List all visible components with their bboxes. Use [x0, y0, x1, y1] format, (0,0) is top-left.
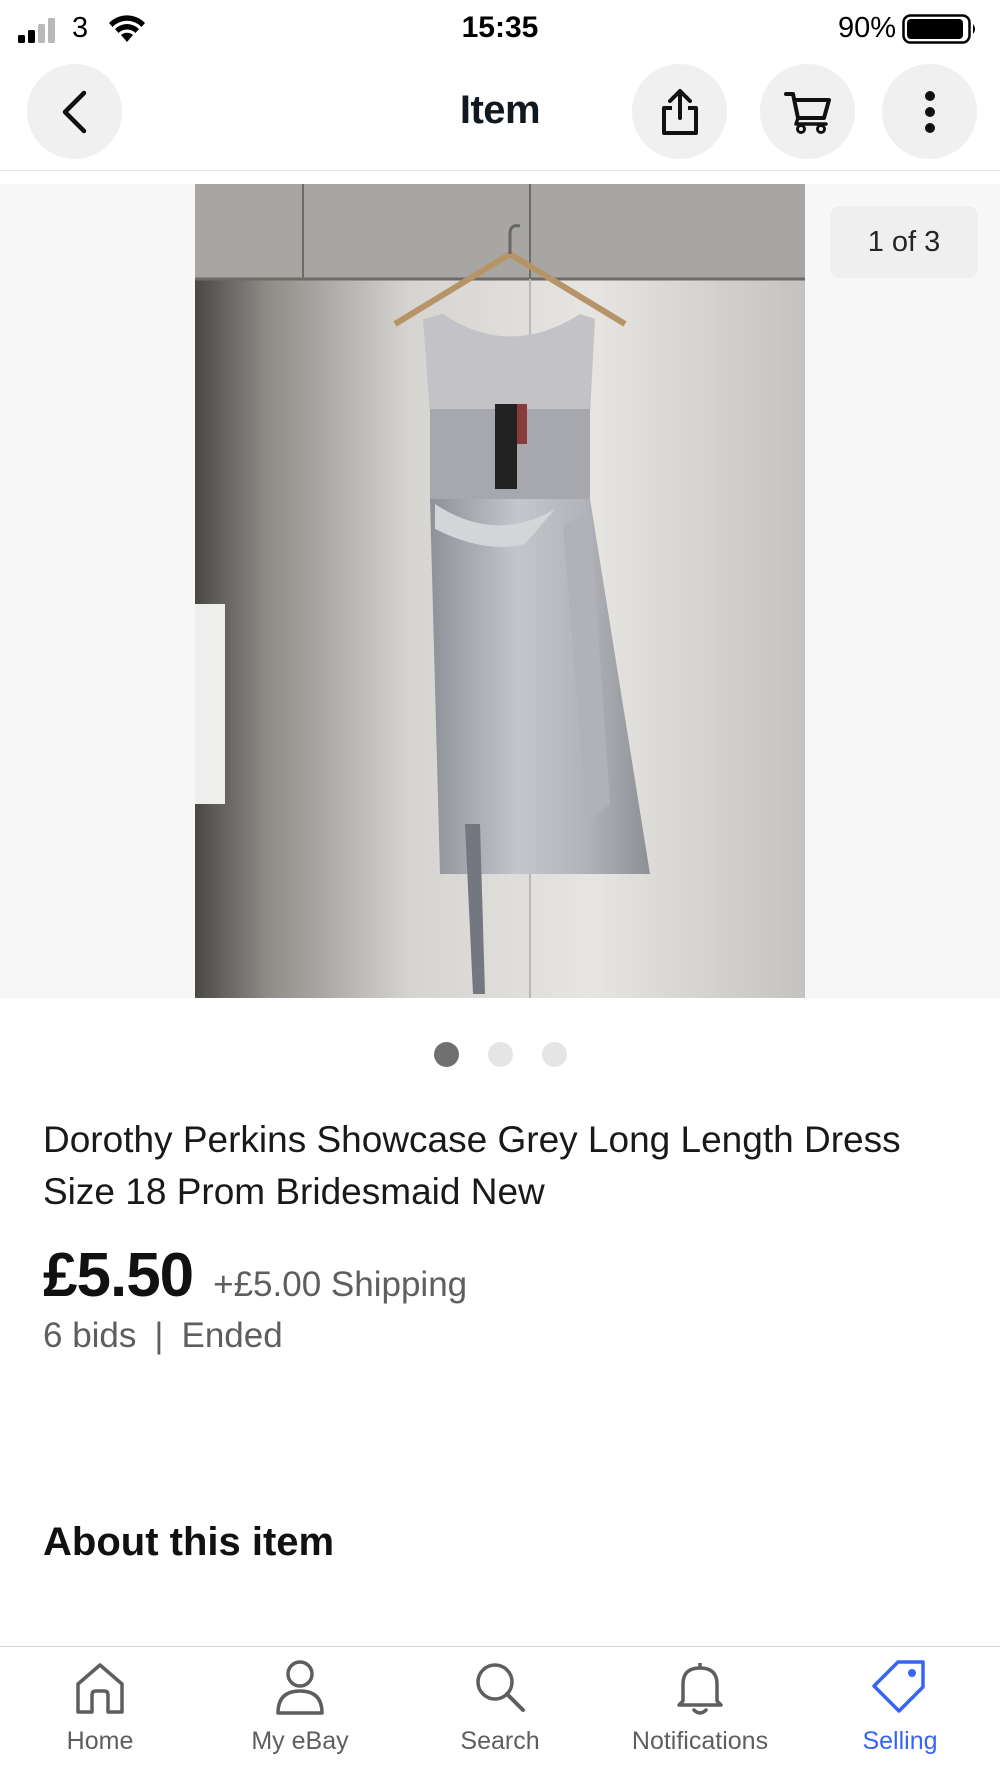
tab-label-my-ebay: My eBay	[251, 1727, 349, 1755]
tab-notifications[interactable]: Notifications	[610, 1657, 790, 1777]
cart-button[interactable]	[760, 64, 855, 159]
item-photo[interactable]	[195, 184, 805, 998]
item-title: Dorothy Perkins Showcase Grey Long Lengt…	[43, 1119, 901, 1212]
tab-label-search: Search	[460, 1727, 540, 1755]
tab-label-home: Home	[66, 1727, 134, 1755]
listing-state: Ended	[181, 1316, 283, 1355]
share-button[interactable]	[632, 64, 727, 159]
tab-my-ebay[interactable]: My eBay	[210, 1657, 390, 1777]
status-separator: |	[154, 1316, 164, 1355]
pagination-dot-1[interactable]	[433, 1042, 459, 1067]
share-icon	[661, 88, 698, 135]
image-gallery[interactable]: 1 of 3	[0, 184, 1000, 998]
tab-home[interactable]: Home	[10, 1657, 190, 1777]
tab-label-selling: Selling	[862, 1727, 938, 1755]
pagination-dot-3[interactable]	[541, 1042, 567, 1067]
tag-icon	[872, 1660, 925, 1713]
image-counter: 1 of 3	[830, 206, 978, 278]
listing-status: 6 bids | Ended	[43, 1316, 283, 1356]
tab-selling[interactable]: Selling	[810, 1657, 990, 1777]
cart-icon	[783, 91, 831, 134]
bottom-tab-bar: Home My eBay Search Notifications Sellin…	[0, 1646, 1000, 1779]
shipping-cost: +£5.00 Shipping	[213, 1265, 468, 1304]
pagination-dot-2[interactable]	[487, 1042, 513, 1067]
battery-percentage: 90%	[837, 12, 896, 44]
tab-label-notifications: Notifications	[631, 1727, 769, 1755]
more-options-button[interactable]	[882, 64, 977, 159]
gallery-pagination[interactable]	[0, 1042, 1000, 1067]
tab-search[interactable]: Search	[410, 1657, 590, 1777]
home-icon	[76, 1663, 124, 1714]
navigation-bar: Item	[0, 55, 1000, 171]
bid-count[interactable]: 6 bids	[43, 1316, 136, 1356]
battery-icon	[902, 14, 975, 44]
person-icon	[276, 1660, 324, 1715]
item-price: £5.50	[43, 1241, 194, 1310]
about-section-heading: About this item	[43, 1520, 335, 1564]
search-icon	[476, 1663, 525, 1712]
bell-icon	[677, 1663, 723, 1715]
more-vertical-icon	[924, 90, 935, 133]
status-bar: 3 15:35 90%	[0, 0, 1000, 55]
price-row: £5.50 +£5.00 Shipping	[43, 1240, 467, 1311]
